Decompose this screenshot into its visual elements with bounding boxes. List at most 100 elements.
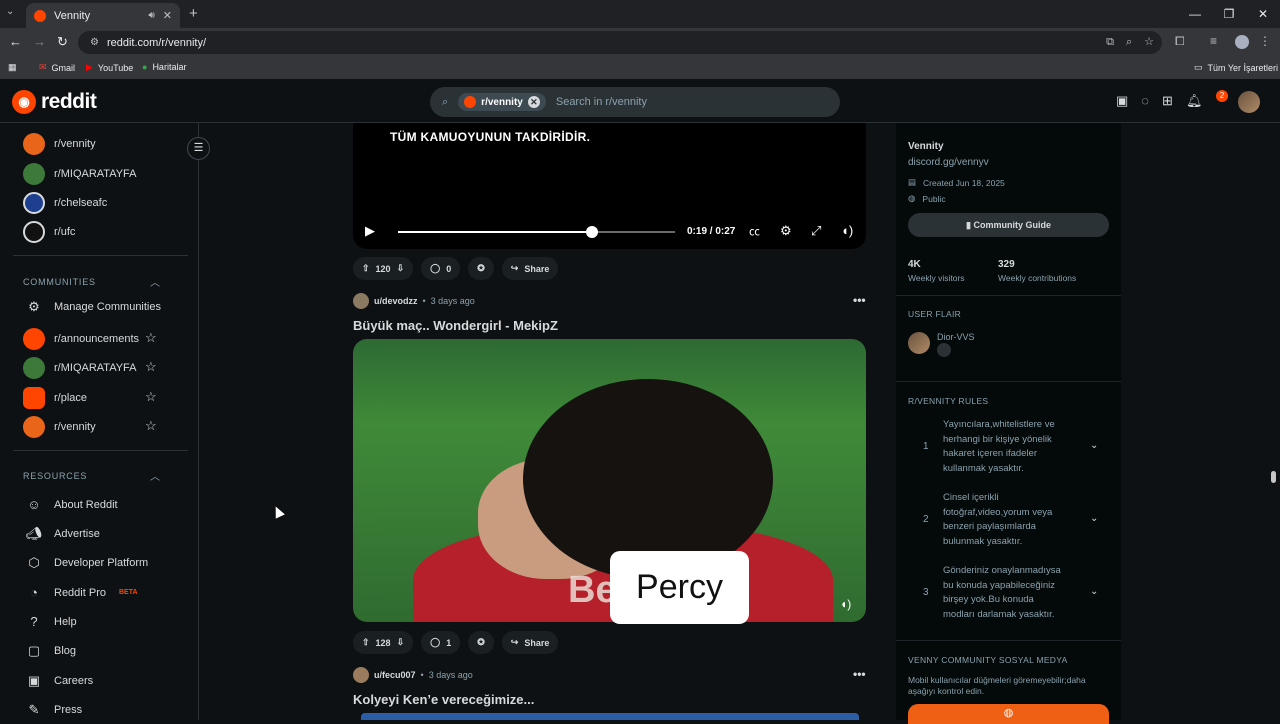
bookmark-star-icon[interactable]: ☆ xyxy=(1144,31,1154,54)
new-tab-button[interactable]: + xyxy=(189,5,198,22)
award-button[interactable]: ✪ xyxy=(468,631,494,654)
chevron-down-icon[interactable]: ⌄ xyxy=(1090,513,1098,524)
chevron-down-icon[interactable]: ⌄ xyxy=(1090,586,1098,597)
share-button[interactable]: ↪ Share xyxy=(501,257,559,280)
communities-section-title[interactable]: COMMUNITIES xyxy=(23,277,96,287)
browser-menu-icon[interactable]: ⋮ xyxy=(1259,34,1271,48)
favorite-star-icon[interactable]: ☆ xyxy=(145,389,157,405)
favorite-star-icon[interactable]: ☆ xyxy=(145,330,157,346)
bookmark-maps[interactable]: ● Haritalar xyxy=(142,62,186,72)
rule-text[interactable]: Gönderiniz onaylanmadıysa bu konuda yapa… xyxy=(943,564,1068,622)
site-info-icon[interactable]: ⚙ xyxy=(90,37,99,48)
user-avatar[interactable] xyxy=(1238,91,1260,113)
settings-gear-icon[interactable]: ⚙ xyxy=(780,223,792,239)
post-title[interactable]: Büyük maç.. Wondergirl - MekipZ xyxy=(353,318,558,333)
forward-button[interactable]: → xyxy=(33,34,46,49)
upvote-icon[interactable]: ⇧ xyxy=(362,263,370,274)
speaker-icon[interactable]: 🔊︎ xyxy=(148,10,154,21)
volume-icon[interactable]: ◖) xyxy=(840,597,851,611)
author-avatar[interactable] xyxy=(353,293,369,309)
browser-tab[interactable]: Vennity 🔊︎ ✕ xyxy=(26,3,180,28)
author-avatar[interactable] xyxy=(353,667,369,683)
video-player[interactable]: TÜM KAMUOYUNUN TAKDİRİDİR. ▶ 0:19 / 0:27… xyxy=(353,123,866,249)
resource-press[interactable]: ✎ Press xyxy=(23,702,83,718)
captions-icon[interactable]: ㏄ xyxy=(749,223,760,239)
volume-icon[interactable]: ◖) xyxy=(841,223,853,238)
downvote-icon[interactable]: ⇩ xyxy=(397,263,405,274)
apps-icon[interactable]: ▦ xyxy=(8,62,17,73)
social-link-button[interactable]: ◍ xyxy=(908,704,1109,724)
search-bar[interactable]: ⌕ r/vennity ✕ Search in r/vennity xyxy=(430,87,840,117)
back-button[interactable]: ← xyxy=(9,34,22,49)
resource-careers[interactable]: ▣ Careers xyxy=(23,673,93,689)
post-title[interactable]: Kolyeyi Ken’e vereceğimize... xyxy=(353,692,534,707)
resource-developer-platform[interactable]: ⬡ Developer Platform xyxy=(23,555,148,571)
sidebar-item-miqaratayfa[interactable]: r/MIQARATAYFA xyxy=(23,163,137,185)
rule-text[interactable]: Yayıncılara,whitelistlere ve herhangi bi… xyxy=(943,418,1068,476)
chevron-down-icon[interactable]: ⌄ xyxy=(1090,440,1098,451)
resource-advertise[interactable]: 📣︎ Advertise xyxy=(23,526,100,542)
media-control-icon[interactable]: ≡ xyxy=(1210,34,1217,48)
close-tab-icon[interactable]: ✕ xyxy=(163,9,172,22)
chevron-up-icon[interactable]: ︿ xyxy=(150,274,160,289)
page-scrollbar-thumb[interactable] xyxy=(1271,471,1276,483)
favorite-star-icon[interactable]: ☆ xyxy=(145,359,157,375)
chat-icon[interactable]: ◌ xyxy=(1141,93,1149,109)
clear-chip-icon[interactable]: ✕ xyxy=(527,96,540,108)
bookmark-youtube[interactable]: ▶ YouTube xyxy=(86,62,133,73)
subreddit-search-chip[interactable]: r/vennity ✕ xyxy=(458,93,546,111)
post-options-icon[interactable]: ••• xyxy=(853,667,866,681)
post-options-icon[interactable]: ••• xyxy=(853,293,866,307)
browser-profile-avatar[interactable] xyxy=(1235,35,1249,49)
downvote-icon[interactable]: ⇩ xyxy=(397,637,405,648)
sidebar-item-chelseafc[interactable]: r/chelseafc xyxy=(23,192,107,214)
minimize-button[interactable]: — xyxy=(1178,0,1212,28)
community-guide-button[interactable]: ▮ Community Guide xyxy=(908,213,1109,237)
play-icon[interactable]: ▶ xyxy=(365,223,375,239)
share-button[interactable]: ↪ Share xyxy=(501,631,559,654)
resource-blog[interactable]: ▢ Blog xyxy=(23,643,76,659)
sidebar-item-vennity[interactable]: r/vennity xyxy=(23,133,96,155)
author-name[interactable]: u/fecu007 xyxy=(374,670,416,680)
comments-button[interactable]: ◯ 1 xyxy=(421,631,461,654)
notifications-bell-icon[interactable]: 🔔︎ xyxy=(1186,93,1203,109)
extensions-icon[interactable]: ⧠ xyxy=(1175,34,1185,49)
community-link[interactable]: discord.gg/vennyv xyxy=(908,157,989,168)
community-vennity[interactable]: r/vennity xyxy=(23,416,96,438)
close-window-button[interactable]: ✕ xyxy=(1246,0,1280,28)
zoom-icon[interactable]: ⌕ xyxy=(1126,31,1132,54)
community-announcements[interactable]: r/announcements xyxy=(23,328,139,350)
progress-handle[interactable] xyxy=(585,226,598,238)
community-place[interactable]: r/place xyxy=(23,387,87,409)
chevron-up-icon[interactable]: ︿ xyxy=(150,468,160,483)
sidebar-item-ufc[interactable]: r/ufc xyxy=(23,221,75,243)
install-app-icon[interactable]: ⧉ xyxy=(1106,31,1114,54)
community-miqaratayfa[interactable]: r/MIQARATAYFA xyxy=(23,357,137,379)
bookmark-gmail[interactable]: ✉ Gmail xyxy=(39,62,75,73)
resource-reddit-pro[interactable]: ◔ Reddit Pro BETA xyxy=(23,585,137,600)
restore-button[interactable]: ❐ xyxy=(1212,0,1246,28)
collapse-sidebar-button[interactable]: ☰ xyxy=(187,137,210,160)
award-button[interactable]: ✪ xyxy=(468,257,494,280)
favorite-star-icon[interactable]: ☆ xyxy=(145,418,157,434)
upvote-icon[interactable]: ⇧ xyxy=(362,637,370,648)
post-media-preview[interactable] xyxy=(361,713,859,720)
advertise-icon[interactable]: ▣ xyxy=(1116,93,1128,109)
fullscreen-icon[interactable]: ⤢ xyxy=(811,223,821,239)
resource-about-reddit[interactable]: ☺ About Reddit xyxy=(23,497,117,512)
all-bookmarks-folder[interactable]: ▭ Tüm Yer İşaretleri xyxy=(1194,62,1278,73)
tab-search-icon[interactable]: ⌄ xyxy=(6,6,14,17)
resource-help[interactable]: ? Help xyxy=(23,614,76,629)
reload-button[interactable]: ↻ xyxy=(57,34,68,50)
reddit-logo[interactable]: ◉ reddit xyxy=(12,90,97,114)
resources-section-title[interactable]: RESOURCES xyxy=(23,471,87,481)
comments-button[interactable]: ◯ 0 xyxy=(421,257,461,280)
rule-text[interactable]: Cinsel içerikli fotoğraf,video,yorum vey… xyxy=(943,491,1068,549)
author-name[interactable]: u/devodzz xyxy=(374,296,418,306)
url-bar[interactable]: ⚙ reddit.com/r/vennity/ ⧉ ⌕ ☆ xyxy=(78,31,1162,54)
video-progress-bar[interactable] xyxy=(398,226,675,238)
manage-communities[interactable]: ⚙ Manage Communities xyxy=(23,299,161,315)
create-post-icon[interactable]: ⊞ xyxy=(1162,93,1173,109)
flair-name[interactable]: Dior-VVS xyxy=(937,332,975,342)
flair-avatar[interactable] xyxy=(908,332,930,354)
